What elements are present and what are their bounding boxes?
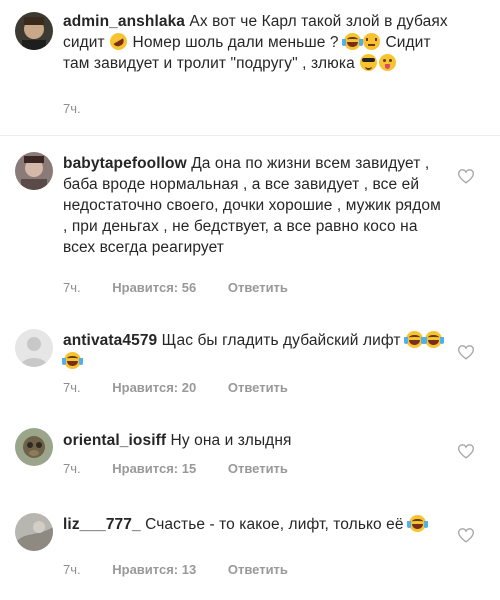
comment-username[interactable]: antivata4579 xyxy=(63,332,157,349)
comment-username[interactable]: oriental_iosiff xyxy=(63,432,166,449)
comment-meta: 7ч. Нравится: 20 Ответить xyxy=(63,379,288,397)
reply-button[interactable]: Ответить xyxy=(228,460,288,478)
like-heart-icon[interactable] xyxy=(458,444,474,459)
comment-body: Счастье - то какое, лифт, только её xyxy=(140,516,409,533)
avatar[interactable] xyxy=(15,329,53,367)
sunglasses-emoji xyxy=(360,54,378,71)
laugh-cry-emoji xyxy=(342,33,364,50)
comment-text: liz___777_ Счастье - то какое, лифт, тол… xyxy=(63,514,448,535)
rofl-emoji xyxy=(107,29,131,54)
laugh-cry-emoji xyxy=(62,352,83,369)
reply-button[interactable]: Ответить xyxy=(228,561,288,579)
like-heart-icon[interactable] xyxy=(458,345,474,360)
comment-body: Ну она и злыдня xyxy=(166,432,292,449)
likes-count[interactable]: Нравится: 56 xyxy=(112,279,196,297)
laugh-cry-emoji xyxy=(422,331,444,348)
comment-time: 7ч. xyxy=(63,380,81,395)
comment-time: 7ч. xyxy=(63,101,81,116)
comment-meta: 7ч. xyxy=(63,100,109,118)
laugh-cry-emoji xyxy=(403,331,425,348)
squint-emoji xyxy=(363,33,381,50)
comment-username[interactable]: admin_anshlaka xyxy=(63,13,185,30)
comment-username[interactable]: liz___777_ xyxy=(63,516,141,533)
likes-count[interactable]: Нравится: 15 xyxy=(112,460,196,478)
avatar[interactable] xyxy=(15,428,53,466)
divider xyxy=(0,135,500,136)
likes-count[interactable]: Нравится: 13 xyxy=(112,561,196,579)
comment-meta: 7ч. Нравится: 15 Ответить xyxy=(63,460,288,478)
comment-time: 7ч. xyxy=(63,562,81,577)
comment-username[interactable]: babytapefoollow xyxy=(63,155,187,172)
laugh-cry-emoji xyxy=(407,515,429,532)
comment-meta: 7ч. Нравится: 56 Ответить xyxy=(63,279,288,297)
avatar[interactable] xyxy=(15,513,53,551)
avatar[interactable] xyxy=(15,152,53,190)
comment-text: oriental_iosiff Ну она и злыдня xyxy=(63,430,448,451)
comment-body: Щас бы гладить дубайский лифт xyxy=(157,332,405,349)
wink-tongue-emoji xyxy=(379,54,397,71)
comment-time: 7ч. xyxy=(63,280,81,295)
reply-button[interactable]: Ответить xyxy=(228,279,288,297)
comment-text: admin_anshlaka Ах вот че Карл такой злой… xyxy=(63,11,448,74)
comment-body: Номер шоль дали меньше ? xyxy=(128,34,344,51)
comment-time: 7ч. xyxy=(63,461,81,476)
likes-count[interactable]: Нравится: 20 xyxy=(112,379,196,397)
comment-text: babytapefoollow Да она по жизни всем зав… xyxy=(63,153,448,258)
like-heart-icon[interactable] xyxy=(458,528,474,543)
comment-text: antivata4579 Щас бы гладить дубайский ли… xyxy=(62,330,448,372)
reply-button[interactable]: Ответить xyxy=(228,379,288,397)
like-heart-icon[interactable] xyxy=(458,169,474,184)
avatar[interactable] xyxy=(15,12,53,50)
comment-meta: 7ч. Нравится: 13 Ответить xyxy=(63,561,288,579)
